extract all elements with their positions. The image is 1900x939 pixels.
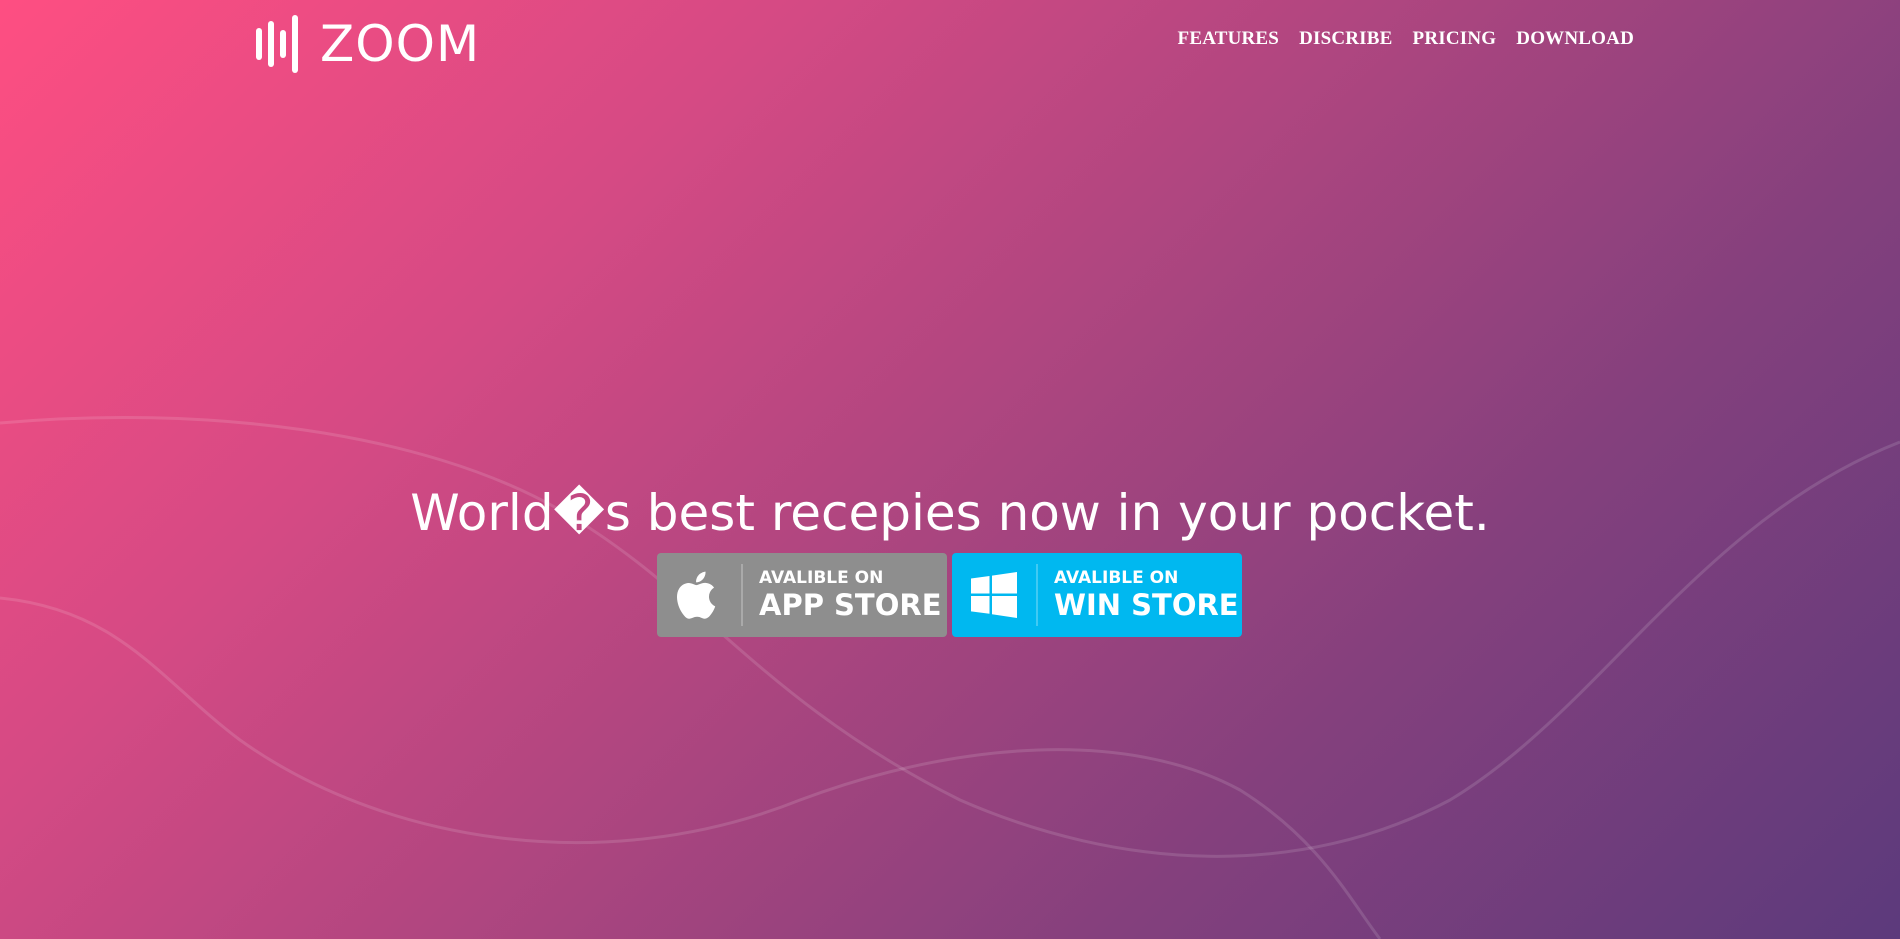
windows-icon (952, 553, 1036, 637)
nav-item-download[interactable]: DOWNLOAD (1516, 28, 1634, 50)
store-divider (1036, 564, 1038, 626)
decorative-waves (0, 415, 1900, 939)
win-store-big-label: WIN STORE (1054, 588, 1239, 622)
apple-icon (657, 553, 741, 637)
hero-section: ZOOM FEATURES DISCRIBE PRICING DOWNLOAD … (0, 0, 1900, 939)
app-store-small-label: AVALIBLE ON (759, 568, 884, 588)
app-store-text: AVALIBLE ON APP STORE (759, 568, 942, 622)
nav-item-discribe[interactable]: DISCRIBE (1299, 28, 1392, 50)
app-store-button[interactable]: AVALIBLE ON APP STORE (657, 553, 947, 637)
app-store-big-label: APP STORE (759, 588, 942, 622)
main-nav: FEATURES DISCRIBE PRICING DOWNLOAD (1178, 28, 1634, 50)
win-store-small-label: AVALIBLE ON (1054, 568, 1179, 588)
sound-bars-icon (256, 14, 304, 74)
win-store-text: AVALIBLE ON WIN STORE (1054, 568, 1239, 622)
nav-item-pricing[interactable]: PRICING (1413, 28, 1497, 50)
wave-line-2 (0, 596, 1382, 939)
store-divider (741, 564, 743, 626)
win-store-button[interactable]: AVALIBLE ON WIN STORE (952, 553, 1242, 637)
brand-logo[interactable]: ZOOM (256, 14, 480, 74)
store-buttons: AVALIBLE ON APP STORE AVALIBLE ON WIN ST… (657, 553, 1242, 637)
hero-headline: World�s best recepies now in your pocket… (410, 484, 1490, 542)
nav-item-features[interactable]: FEATURES (1178, 28, 1280, 50)
brand-name: ZOOM (320, 15, 481, 73)
